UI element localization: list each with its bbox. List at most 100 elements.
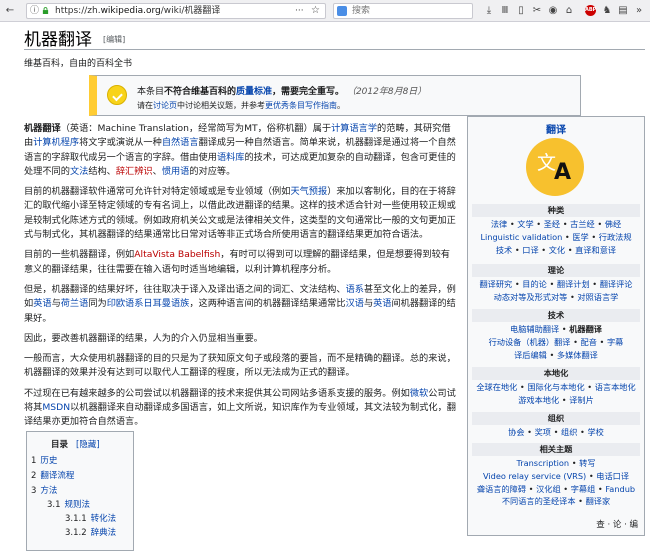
navbox-link[interactable]: 圣经 <box>544 219 560 229</box>
navbox-link[interactable]: 行政法规 <box>599 232 632 242</box>
navbox-link[interactable]: 翻译研究 <box>479 279 512 289</box>
link-corpus[interactable]: 语料库 <box>217 152 245 163</box>
navbox-link[interactable]: 医学 <box>572 232 588 242</box>
back-arrow-icon[interactable]: ← <box>4 4 16 17</box>
navbox-separator: • <box>526 483 537 494</box>
navbox-title[interactable]: 翻译 <box>468 121 644 136</box>
navbox-link[interactable]: 翻译计划 <box>557 279 590 289</box>
navbox-link[interactable]: 直译和意译 <box>575 245 616 255</box>
reader-icon[interactable]: ▤ <box>617 4 629 17</box>
library-icon[interactable]: Ⅲ <box>499 4 511 17</box>
navbox-link[interactable]: 聋语言的障碍 <box>477 484 526 494</box>
page-info-icon[interactable]: ⓘ <box>30 4 39 18</box>
link-computational-linguistics[interactable]: 计算语言学 <box>331 123 377 134</box>
talk-page-link[interactable]: 讨论页 <box>153 101 177 110</box>
navbox-link[interactable]: 组织 <box>561 427 577 437</box>
adblock-icon[interactable]: ABP <box>585 5 596 16</box>
navbox-link[interactable]: 翻译家 <box>586 496 611 506</box>
link-microsoft[interactable]: 微软 <box>410 388 428 399</box>
link-msdn[interactable]: MSDN <box>42 402 70 413</box>
navbox-link[interactable]: 游戏本地化 <box>518 395 559 405</box>
title-divider <box>24 49 645 50</box>
link-grammar[interactable]: 文法 <box>70 166 88 177</box>
navbox-link[interactable]: 转写 <box>579 458 595 468</box>
navbox-link[interactable]: 学校 <box>587 427 603 437</box>
paragraph-domain: 目前的机器翻译软件通常可允许针对特定领域或是专业领域（例如天气预报）来加以客制化… <box>24 186 456 241</box>
link-english[interactable]: 英语 <box>33 298 51 309</box>
navbox-link[interactable]: 不同语言的圣经译本 <box>502 496 576 506</box>
link-babelfish[interactable]: AltaVista Babelfish <box>134 249 220 260</box>
navbox-link[interactable]: 翻译评论 <box>600 279 633 289</box>
page-title: 机器翻译 <box>24 30 92 50</box>
navbox-link[interactable]: 目的论 <box>522 279 547 289</box>
navbox-link[interactable]: 译后编辑 <box>514 350 547 360</box>
navbox-link[interactable]: 全球在地化 <box>476 382 517 392</box>
home-icon[interactable]: ⌂ <box>563 4 575 17</box>
account-icon[interactable]: ◉ <box>547 4 559 17</box>
toc-item-process[interactable]: 2 翻译流程 <box>31 469 74 481</box>
toc-item-rule-based[interactable]: 3.1 规则法 <box>47 498 90 510</box>
navbox-link[interactable]: 语言本地化 <box>595 382 636 392</box>
navbox-link[interactable]: 文化 <box>549 245 565 255</box>
navbox-link[interactable]: 佛经 <box>605 219 621 229</box>
search-engine-icon[interactable] <box>337 6 347 16</box>
writing-guide-link[interactable]: 更优秀条目写作指南 <box>265 101 337 110</box>
navbox-link[interactable]: Transcription <box>516 458 569 468</box>
address-bar[interactable]: ⓘ https://zh.wikipedia.org/wiki/机器翻译 ···… <box>26 3 326 19</box>
toc-item-history[interactable]: 1 历史 <box>31 454 57 466</box>
navbox-footer-links[interactable]: 查 · 论 · 编 <box>596 518 638 530</box>
search-bar[interactable]: 搜索 <box>333 3 473 19</box>
link-natural-language[interactable]: 自然语言 <box>162 137 199 148</box>
table-of-contents: 目录 [隐藏] 1 历史 2 翻译流程 3 方法 3.1 规则法 3.1.1 转化法 3.… <box>26 431 134 551</box>
navbox-link[interactable]: 文学 <box>517 219 533 229</box>
link-language-family[interactable]: 语系 <box>346 284 364 295</box>
navbox-link[interactable]: 动态对等及形式对等 <box>494 292 568 302</box>
navbox-link[interactable]: 奖项 <box>535 427 551 437</box>
navbox-link[interactable]: 协会 <box>508 427 524 437</box>
extension-icon[interactable]: ♞ <box>601 4 613 17</box>
link-dutch[interactable]: 荷兰语 <box>61 298 89 309</box>
overflow-chevron-icon[interactable]: » <box>633 4 645 17</box>
navbox-link[interactable]: 技术 <box>496 245 512 255</box>
navbox-group-tech: 技术 <box>472 309 640 322</box>
download-icon[interactable]: ⤓ <box>483 4 495 17</box>
navbox-link[interactable]: 译制片 <box>569 395 594 405</box>
sidebar-icon[interactable]: ▯ <box>515 4 527 17</box>
toc-hide-link[interactable]: [隐藏] <box>76 438 100 450</box>
toc-item-dictionary[interactable]: 3.1.2 辞典法 <box>65 526 116 538</box>
navbox-link[interactable]: 国际化与本地化 <box>527 382 584 392</box>
navbox-line: 游戏本地化 • 译制片 <box>470 394 642 407</box>
quality-standard-link[interactable]: 质量标准 <box>236 87 272 97</box>
navbox-link[interactable]: Fandub <box>605 484 635 494</box>
navbox-link[interactable]: 对照语言学 <box>577 292 618 302</box>
page-actions-icon[interactable]: ··· <box>295 4 304 18</box>
navbox-link[interactable]: 汉化组 <box>536 484 561 494</box>
navbox-link[interactable]: 多媒体翻译 <box>557 350 598 360</box>
navbox-link[interactable]: 字幕 <box>607 337 623 347</box>
toc-item-methods[interactable]: 3 方法 <box>31 484 57 496</box>
navbox-separator: • <box>560 219 571 229</box>
link-lexical-recognition[interactable]: 辞汇辨识 <box>116 166 153 177</box>
navbox-link[interactable]: 配音 <box>581 337 597 347</box>
link-idiom[interactable]: 惯用语 <box>162 166 190 177</box>
bookmark-star-icon[interactable]: ☆ <box>311 4 320 18</box>
navbox-link[interactable]: Video relay service (VRS) <box>483 471 586 481</box>
link-weather-forecast[interactable]: 天气预报 <box>290 186 327 197</box>
navbox-link[interactable]: 古兰经 <box>570 219 595 229</box>
link-germanic[interactable]: 印欧语系日耳曼语族 <box>107 298 190 309</box>
link-computer-program[interactable]: 计算机程序 <box>33 137 79 148</box>
toc-item-transfer[interactable]: 3.1.1 转化法 <box>65 512 116 524</box>
navbox-link[interactable]: 法律 <box>491 219 507 229</box>
edit-title-link[interactable]: [编辑] <box>103 34 125 45</box>
navbox-link[interactable]: 口译 <box>522 245 538 255</box>
navbox-link[interactable]: 电话口译 <box>596 471 629 481</box>
navbox-link: 机器翻译 <box>569 324 602 334</box>
navbox-group-local: 本地化 <box>472 367 640 380</box>
link-english-2[interactable]: 英语 <box>373 298 391 309</box>
navbox-link[interactable]: Linguistic validation <box>480 232 562 242</box>
link-chinese[interactable]: 汉语 <box>346 298 364 309</box>
navbox-link[interactable]: 电脑辅助翻译 <box>510 324 559 334</box>
navbox-link[interactable]: 字幕组 <box>571 484 596 494</box>
screenshot-icon[interactable]: ✂ <box>531 4 543 17</box>
navbox-link[interactable]: 行动设备（机器）翻译 <box>489 337 571 347</box>
